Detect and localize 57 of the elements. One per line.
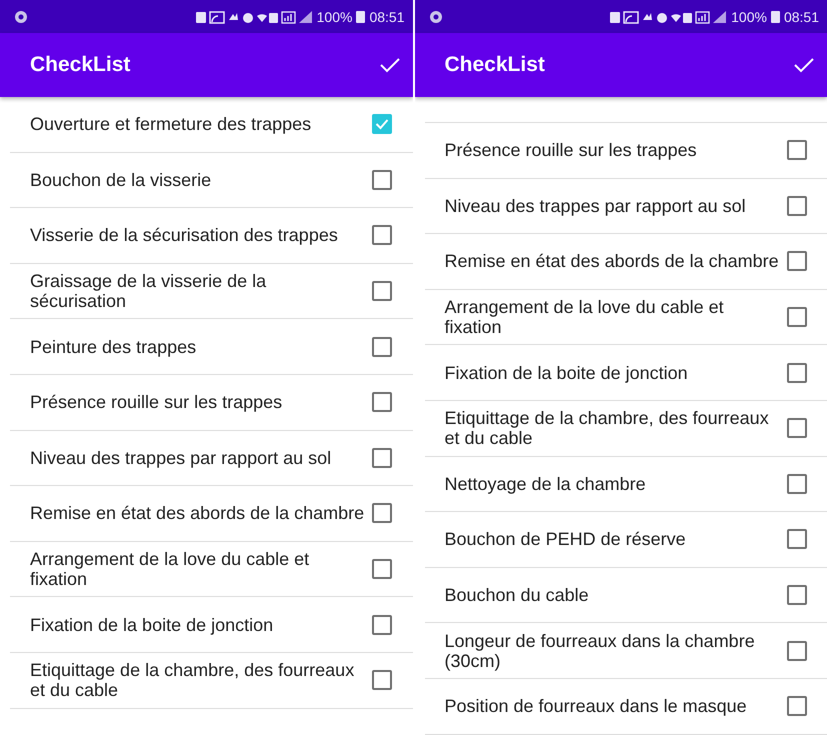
- checkbox[interactable]: [786, 362, 806, 383]
- checkbox[interactable]: [786, 307, 806, 328]
- checkbox[interactable]: [786, 640, 806, 661]
- checkmark-icon: [375, 118, 389, 130]
- toolbar-title: CheckList: [30, 53, 130, 77]
- checklist-item-label: Graissage de la visserie de la sécurisation: [30, 271, 268, 312]
- checkbox[interactable]: [372, 392, 392, 412]
- checkbox[interactable]: [372, 614, 392, 635]
- checklist-item-label: Présence rouille sur les trappes: [444, 140, 698, 160]
- checklist-item-label: Remise en état des abords de la chambre: [444, 251, 780, 272]
- toolbar-title: CheckList: [444, 53, 545, 77]
- checkbox[interactable]: [372, 336, 392, 357]
- clock-time: 08:51: [369, 8, 404, 24]
- checklist-item-label: Longeur de fourreaux dans la chambre (30cm): [444, 630, 756, 671]
- checklist-item-label: Bouchon de la visserie: [30, 170, 212, 190]
- checkbox[interactable]: [786, 140, 806, 160]
- checklist-item-label: Position de fourreaux dans le masque: [444, 696, 748, 716]
- checkbox[interactable]: [372, 225, 392, 246]
- aperture-icon: [428, 10, 442, 24]
- checklist-item-label: Remise en état des abords de la chambre: [30, 503, 366, 524]
- clock-time: 08:51: [784, 8, 819, 24]
- checklist-item-label: Fixation de la boite de jonction: [30, 614, 274, 635]
- checklist-item-label: Arrangement de la love du cable et fixation: [444, 297, 725, 338]
- checkbox[interactable]: [786, 529, 806, 550]
- checklist-item-label: Etiquittage de la chambre, des fourreaux et du cable: [444, 408, 770, 448]
- checkbox[interactable]: [372, 559, 392, 580]
- checkbox[interactable]: [786, 196, 806, 216]
- checklist-item-label: Nettoyage de la chambre: [444, 474, 647, 494]
- checklist-item-label: Fixation de la boite de jonction: [444, 362, 689, 383]
- checkbox[interactable]: [372, 281, 392, 302]
- checkbox[interactable]: [786, 474, 806, 494]
- battery-percentage: 100%: [316, 8, 352, 24]
- checkbox[interactable]: [786, 251, 806, 272]
- checklist-item-label: Visserie de la sécurisation des trappes: [30, 225, 339, 246]
- checkbox[interactable]: [372, 670, 392, 690]
- check-icon[interactable]: [378, 56, 400, 74]
- checklist-item-label: Niveau des trappes par rapport au sol: [444, 196, 747, 216]
- checklist-item-label: Présence rouille sur les trappes: [30, 392, 284, 412]
- checkbox[interactable]: [372, 170, 392, 190]
- checklist-item-label: Peinture des trappes: [30, 336, 198, 357]
- battery-icon: [356, 10, 366, 23]
- check-icon[interactable]: [793, 56, 815, 74]
- checklist-item-label: Bouchon de PEHD de réserve: [444, 529, 687, 550]
- checklist-item-label: Etiquittage de la chambre, des fourreaux et du cable: [30, 660, 356, 700]
- checklist-item-label: Niveau des trappes par rapport au sol: [30, 448, 332, 468]
- battery-percentage: 100%: [731, 8, 767, 24]
- battery-icon: [770, 10, 780, 23]
- checklist-item-label: Arrangement de la love du cable et fixation: [30, 549, 310, 590]
- checklist-item-label: Ouverture et fermeture des trappes: [30, 114, 312, 134]
- aperture-icon: [14, 10, 28, 24]
- checkbox[interactable]: [372, 114, 392, 134]
- checkbox[interactable]: [372, 503, 392, 524]
- checkbox[interactable]: [786, 585, 806, 606]
- checkbox[interactable]: [372, 448, 392, 468]
- checklist-item-label: Bouchon du cable: [444, 585, 590, 606]
- checkbox[interactable]: [786, 696, 806, 716]
- checkbox[interactable]: [786, 418, 806, 438]
